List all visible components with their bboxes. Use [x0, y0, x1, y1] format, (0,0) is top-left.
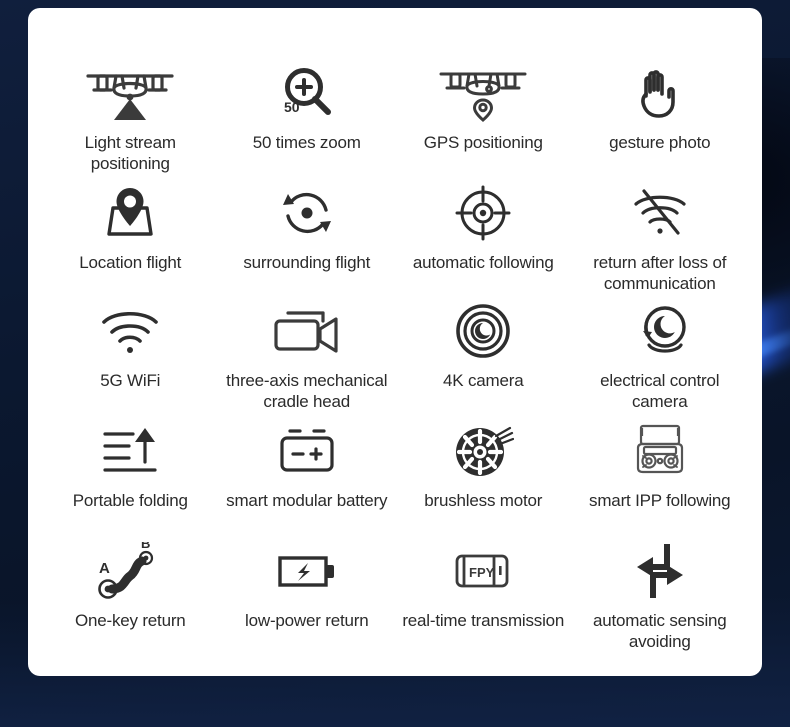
- remote-controller-icon: [629, 420, 691, 482]
- obstacle-avoid-arrows-icon: [631, 540, 689, 602]
- feature-item-automatic-sensing-avoiding[interactable]: automatic sensing avoiding: [572, 528, 749, 652]
- feature-item-one-key-return[interactable]: A B One-key return: [42, 528, 219, 652]
- wifi-signal-lost-icon: [629, 182, 691, 244]
- feature-grid: Light stream positioning 50 50 times zoo…: [42, 44, 748, 652]
- feature-label: real-time transmission: [402, 611, 565, 630]
- rotating-camera-eye-icon: [629, 300, 691, 362]
- waypoint-b-label: B: [141, 542, 150, 551]
- feature-label: Location flight: [79, 253, 182, 272]
- feature-item-smart-modular-battery[interactable]: smart modular battery: [219, 412, 396, 528]
- wifi-signal-icon: [99, 300, 161, 362]
- feature-item-4k-camera[interactable]: 4K camera: [395, 294, 572, 412]
- feature-label: smart modular battery: [226, 491, 388, 510]
- open-hand-icon: [632, 62, 688, 124]
- feature-label: three-axis mechanical cradle head: [226, 371, 388, 411]
- feature-item-smart-ipp-following[interactable]: smart IPP following: [572, 412, 749, 528]
- feature-label: Portable folding: [72, 491, 188, 510]
- feature-label: 50 times zoom: [252, 133, 361, 152]
- feature-label: electrical control camera: [600, 371, 720, 411]
- battery-bolt-icon: [276, 540, 338, 602]
- feature-card: Light stream positioning 50 50 times zoo…: [28, 8, 762, 676]
- feature-label: One-key return: [74, 611, 186, 630]
- feature-label: surrounding flight: [243, 253, 371, 272]
- brushless-motor-icon: [452, 420, 515, 482]
- drone-light-beam-icon: [84, 62, 176, 124]
- feature-item-5g-wifi[interactable]: 5G WiFi: [42, 294, 219, 412]
- feature-item-50-times-zoom[interactable]: 50 50 times zoom: [219, 44, 396, 174]
- feature-label: gesture photo: [609, 133, 711, 152]
- feature-item-location-flight[interactable]: Location flight: [42, 174, 219, 294]
- feature-item-return-after-loss-of-communication[interactable]: return after loss of communication: [572, 174, 749, 294]
- feature-item-gps-positioning[interactable]: GPS positioning: [395, 44, 572, 174]
- feature-label: GPS positioning: [423, 133, 543, 152]
- feature-label: 5G WiFi: [100, 371, 161, 390]
- drone-gps-pin-icon: [437, 62, 529, 124]
- feature-item-gesture-photo[interactable]: gesture photo: [572, 44, 749, 174]
- feature-item-light-stream-positioning[interactable]: Light stream positioning: [42, 44, 219, 174]
- waypoint-a-label: A: [99, 560, 110, 577]
- feature-item-brushless-motor[interactable]: brushless motor: [395, 412, 572, 528]
- folding-arrow-up-icon: [99, 420, 161, 482]
- crosshair-target-icon: [454, 182, 512, 244]
- waypoint-a-to-b-icon: A B: [90, 540, 170, 602]
- magnifier-zoom-50-icon: 50: [276, 62, 338, 124]
- feature-item-three-axis-cradle-head[interactable]: three-axis mechanical cradle head: [219, 294, 396, 412]
- feature-label: return after loss of communication: [593, 253, 727, 293]
- feature-label: low-power return: [245, 611, 369, 630]
- feature-label: brushless motor: [424, 491, 543, 510]
- fpv-badge-text: FPY: [469, 565, 495, 580]
- feature-item-automatic-following[interactable]: automatic following: [395, 174, 572, 294]
- battery-terminals-icon: [276, 420, 338, 482]
- feature-label: 4K camera: [443, 371, 524, 390]
- fpv-module-icon: FPY: [452, 540, 514, 602]
- feature-item-low-power-return[interactable]: low-power return: [219, 528, 396, 652]
- feature-label: automatic following: [412, 253, 554, 272]
- orbit-circular-arrows-icon: [278, 182, 336, 244]
- zoom-badge-text: 50: [284, 99, 300, 115]
- camera-lens-rings-icon: [455, 300, 511, 362]
- feature-item-portable-folding[interactable]: Portable folding: [42, 412, 219, 528]
- feature-item-electrical-control-camera[interactable]: electrical control camera: [572, 294, 749, 412]
- feature-label: automatic sensing avoiding: [592, 611, 727, 651]
- video-camera-icon: [271, 300, 343, 362]
- feature-item-surrounding-flight[interactable]: surrounding flight: [219, 174, 396, 294]
- feature-label: Light stream positioning: [84, 133, 176, 173]
- feature-label: smart IPP following: [589, 491, 731, 510]
- map-location-pin-icon: [95, 182, 165, 244]
- feature-item-real-time-transmission[interactable]: FPY real-time transmission: [395, 528, 572, 652]
